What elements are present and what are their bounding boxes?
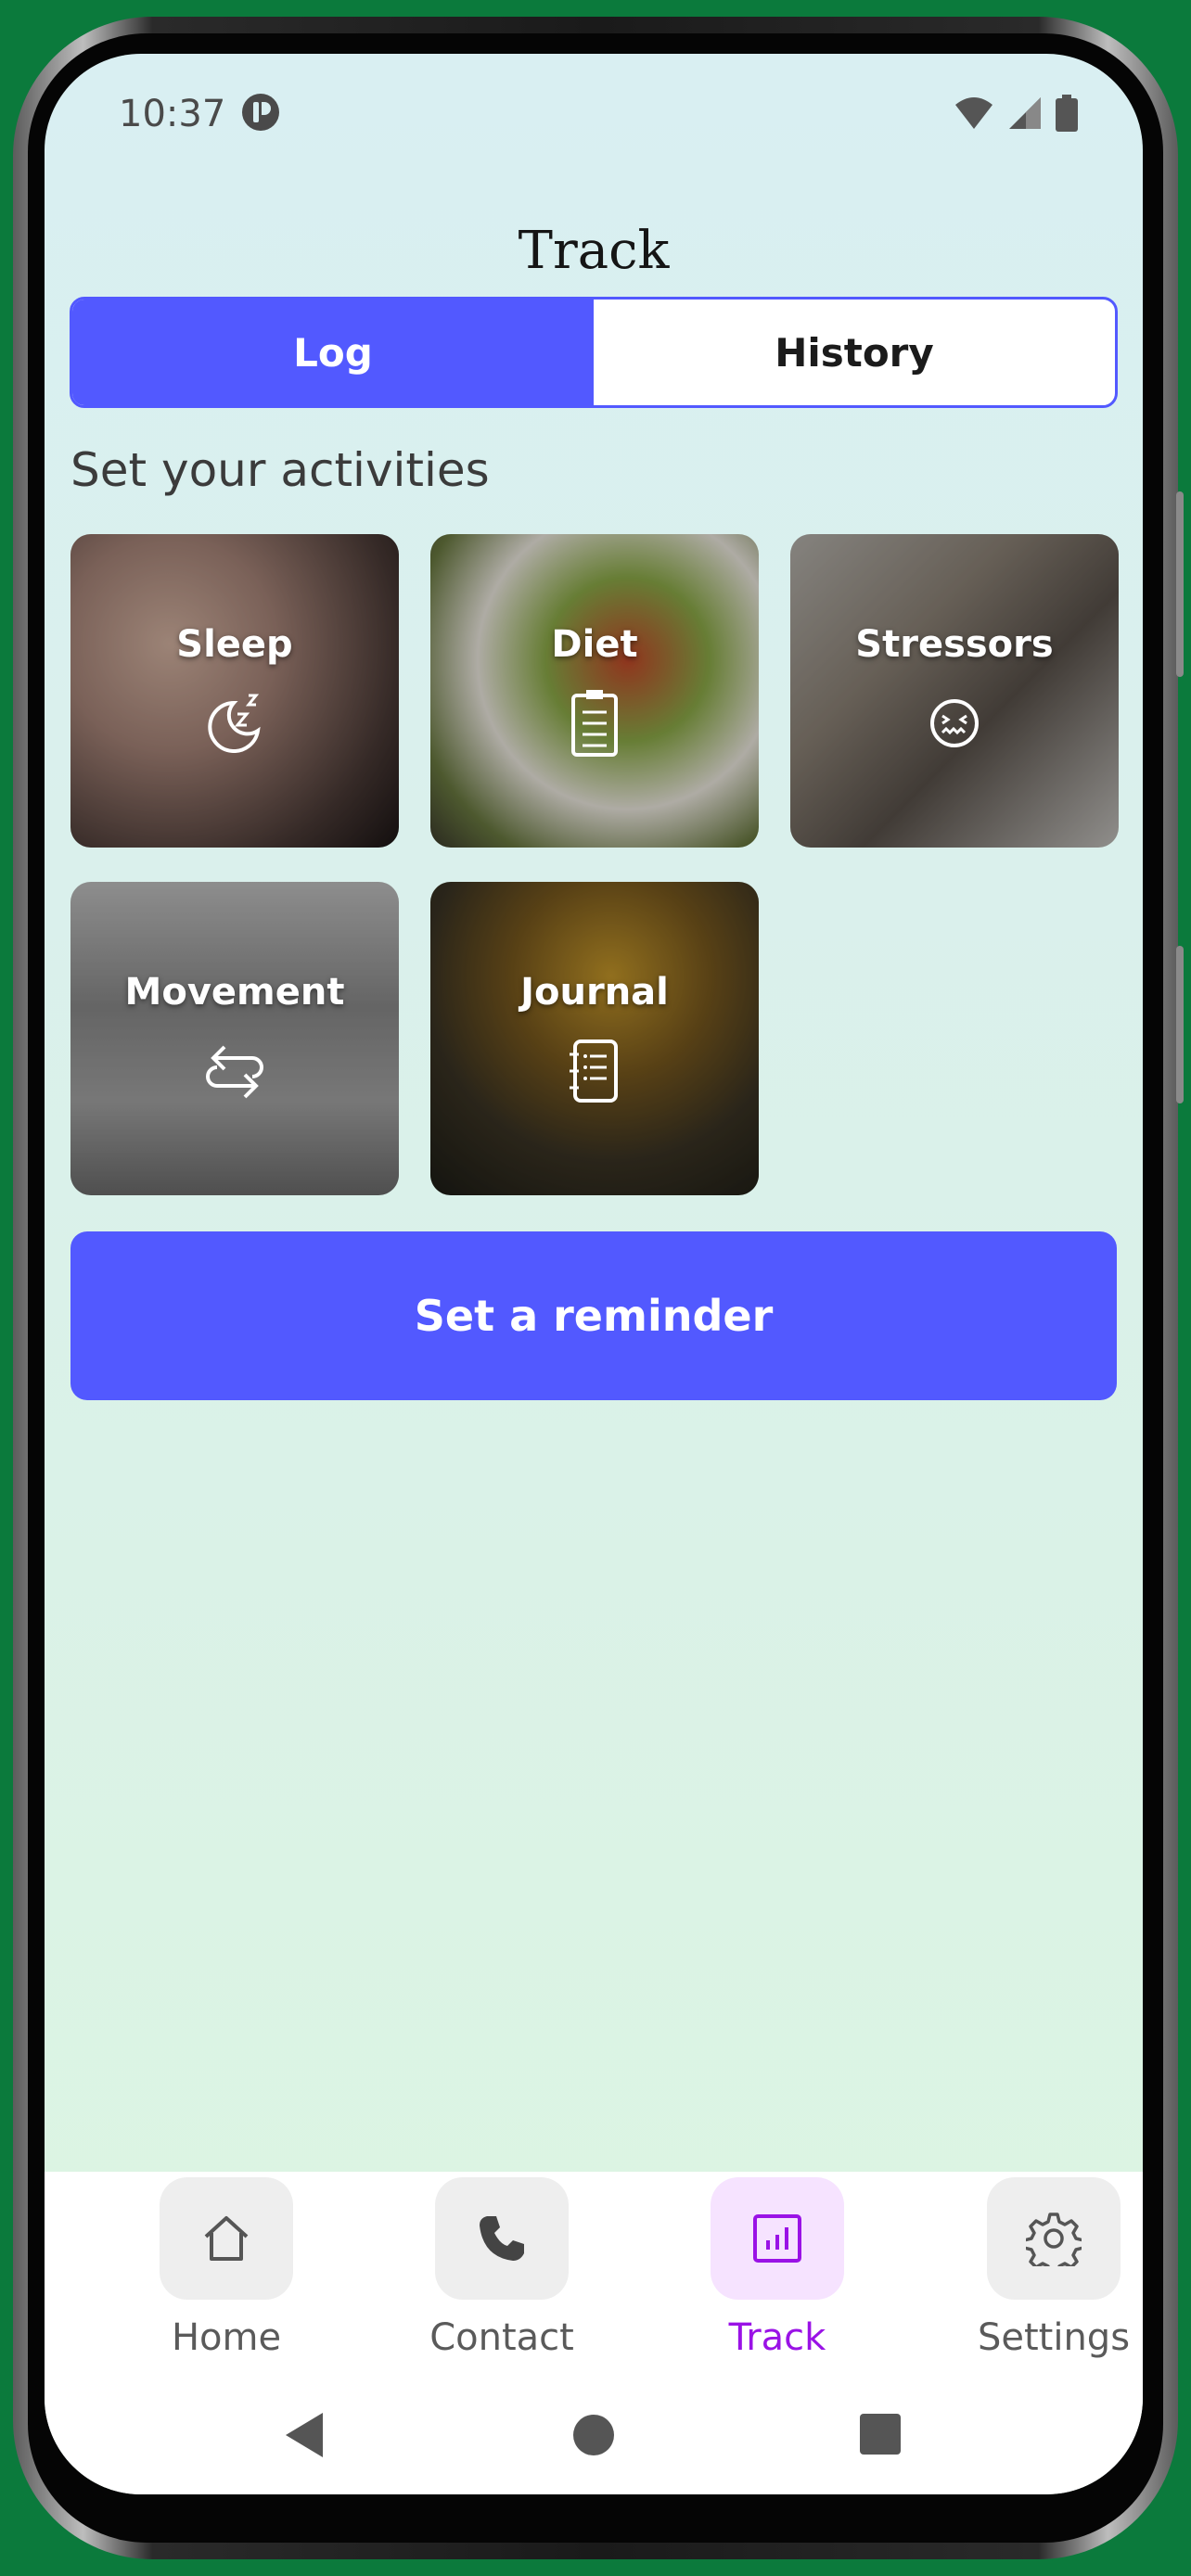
nav-item-home[interactable]: Home [134, 2177, 319, 2359]
activity-tile-movement[interactable]: Movement [70, 882, 399, 1195]
moon-zzz-icon [208, 694, 261, 753]
phone-icon [480, 2216, 524, 2261]
activity-tile-sleep[interactable]: Sleep [70, 534, 399, 848]
notebook-list-icon [570, 1039, 618, 1103]
section-heading: Set your activities [70, 443, 490, 497]
nav-icon-container [435, 2177, 569, 2300]
activity-label: Diet [551, 623, 638, 666]
nav-item-track[interactable]: Track [685, 2177, 870, 2359]
activity-label: Stressors [855, 623, 1054, 666]
activity-label: Movement [124, 971, 345, 1014]
back-icon[interactable] [284, 2411, 327, 2459]
clipboard-icon [571, 690, 618, 757]
phone-side-button [1176, 491, 1184, 677]
battery-icon [1056, 95, 1078, 132]
nav-label: Home [171, 2316, 282, 2359]
page-title: Track [518, 221, 670, 281]
app-screen: 10:37 Track Log History Set your activit… [45, 54, 1143, 2494]
chart-icon [753, 2214, 801, 2263]
wifi-icon [955, 97, 992, 129]
stressed-face-icon [930, 699, 979, 747]
log-history-toggle: Log History [70, 297, 1118, 408]
status-time: 10:37 [119, 93, 226, 135]
activity-label: Journal [520, 971, 669, 1014]
recents-icon[interactable] [859, 2413, 902, 2455]
signal-icon [1009, 97, 1041, 129]
nav-label: Track [728, 2316, 826, 2359]
set-reminder-button[interactable]: Set a reminder [70, 1231, 1117, 1400]
nav-item-settings[interactable]: Settings [961, 2177, 1143, 2359]
nav-item-contact[interactable]: Contact [409, 2177, 595, 2359]
nav-icon-container [711, 2177, 844, 2300]
tab-log[interactable]: Log [72, 300, 594, 405]
system-navigation-bar [45, 2402, 1143, 2467]
status-bar: 10:37 [45, 54, 1143, 147]
nav-icon-container [987, 2177, 1121, 2300]
home-icon [204, 2216, 249, 2261]
nav-label: Contact [429, 2316, 574, 2359]
activity-tile-diet[interactable]: Diet [430, 534, 759, 848]
activity-label: Sleep [176, 623, 293, 666]
nav-icon-container [160, 2177, 293, 2300]
phone-side-button [1176, 946, 1184, 1103]
activity-tile-journal[interactable]: Journal [430, 882, 759, 1195]
nav-label: Settings [977, 2316, 1131, 2359]
app-notification-icon [242, 94, 279, 131]
repeat-arrows-icon [206, 1045, 263, 1099]
activity-tile-stressors[interactable]: Stressors [790, 534, 1119, 848]
tab-history[interactable]: History [594, 300, 1115, 405]
gear-icon [1026, 2213, 1082, 2266]
home-circle-icon[interactable] [571, 2413, 616, 2457]
